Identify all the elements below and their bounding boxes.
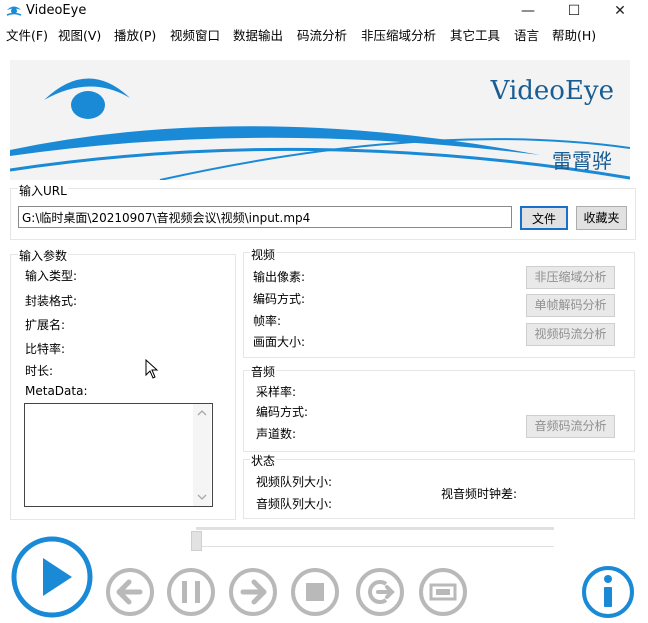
audio-label: 音频 bbox=[250, 363, 277, 380]
banner: VideoEye 雷霄骅 bbox=[10, 60, 630, 180]
progress-track[interactable] bbox=[196, 527, 554, 530]
menu-other-tools[interactable]: 其它工具 bbox=[450, 25, 500, 44]
menu-help[interactable]: 帮助(H) bbox=[552, 25, 596, 44]
extension-label: 扩展名: bbox=[25, 318, 66, 332]
window-title: VideoEye bbox=[26, 3, 87, 18]
video-label: 视频 bbox=[250, 246, 277, 263]
close-button[interactable]: ✕ bbox=[598, 0, 642, 22]
channels-label: 声道数: bbox=[256, 427, 297, 441]
metadata-textarea[interactable] bbox=[24, 403, 213, 507]
progress-ticks bbox=[196, 546, 554, 547]
url-group-label: 输入URL bbox=[18, 182, 68, 199]
output-pixel-label: 输出像素: bbox=[253, 270, 306, 284]
audio-queue-label: 音频队列大小: bbox=[256, 497, 333, 511]
banner-author: 雷霄骅 bbox=[552, 149, 612, 173]
menu-view[interactable]: 视图(V) bbox=[58, 25, 101, 44]
info-icon[interactable] bbox=[580, 564, 636, 620]
favorites-button[interactable]: 收藏夹 bbox=[576, 206, 627, 230]
video-stream-analysis-button[interactable]: 视频码流分析 bbox=[526, 323, 615, 346]
menu-uncompressed-analysis[interactable]: 非压缩域分析 bbox=[361, 25, 436, 44]
audio-stream-analysis-button[interactable]: 音频码流分析 bbox=[526, 415, 615, 438]
mouse-cursor-icon bbox=[145, 359, 159, 379]
url-input[interactable] bbox=[18, 206, 512, 228]
menu-file[interactable]: 文件(F) bbox=[6, 25, 48, 44]
fullscreen-icon[interactable] bbox=[417, 566, 469, 618]
metadata-label: MetaData: bbox=[25, 384, 88, 398]
duration-label: 时长: bbox=[25, 364, 54, 378]
loop-icon[interactable] bbox=[354, 566, 406, 618]
pause-icon[interactable] bbox=[165, 566, 217, 618]
minimize-button[interactable]: — bbox=[506, 0, 550, 22]
play-icon[interactable] bbox=[10, 535, 94, 619]
progress-slider-thumb[interactable] bbox=[191, 531, 202, 551]
menu-data-output[interactable]: 数据输出 bbox=[233, 25, 283, 44]
back-arrow-icon[interactable] bbox=[104, 566, 156, 618]
single-frame-decode-button[interactable]: 单帧解码分析 bbox=[526, 294, 615, 317]
framerate-label: 帧率: bbox=[253, 314, 282, 328]
banner-title: VideoEye bbox=[490, 76, 614, 106]
menu-language[interactable]: 语言 bbox=[514, 25, 539, 44]
uncompressed-analysis-button[interactable]: 非压缩域分析 bbox=[526, 266, 615, 289]
input-type-label: 输入类型: bbox=[25, 269, 78, 283]
video-codec-label: 编码方式: bbox=[253, 292, 306, 306]
input-params-label: 输入参数 bbox=[18, 247, 69, 264]
title-bar: VideoEye — ☐ ✕ bbox=[0, 0, 648, 22]
stop-icon[interactable] bbox=[289, 566, 341, 618]
video-queue-label: 视频队列大小: bbox=[256, 475, 333, 489]
container-format-label: 封装格式: bbox=[25, 294, 78, 308]
menu-video-window[interactable]: 视频窗口 bbox=[170, 25, 220, 44]
metadata-scrollbar[interactable] bbox=[193, 404, 211, 506]
sample-rate-label: 采样率: bbox=[256, 385, 297, 399]
status-label: 状态 bbox=[250, 452, 277, 469]
bitrate-label: 比特率: bbox=[25, 342, 66, 356]
menu-stream-analysis[interactable]: 码流分析 bbox=[297, 25, 347, 44]
forward-arrow-icon[interactable] bbox=[227, 566, 279, 618]
audio-codec-label: 编码方式: bbox=[256, 405, 309, 419]
eye-app-icon bbox=[6, 6, 22, 16]
av-clock-diff-label: 视音频时钟差: bbox=[441, 487, 518, 501]
file-button[interactable]: 文件 bbox=[520, 206, 568, 230]
frame-size-label: 画面大小: bbox=[253, 335, 306, 349]
menu-play[interactable]: 播放(P) bbox=[114, 25, 156, 44]
maximize-button[interactable]: ☐ bbox=[552, 0, 596, 22]
